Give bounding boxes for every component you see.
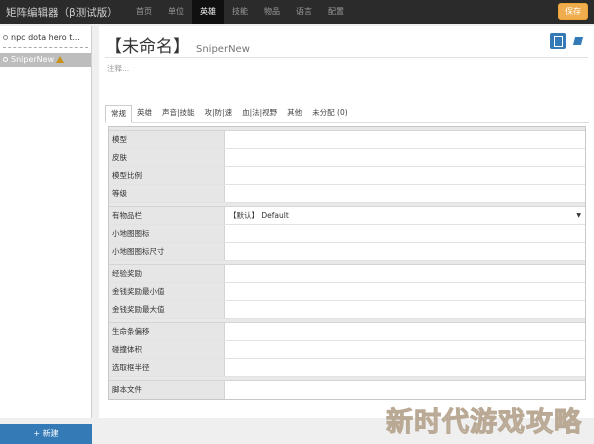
divider [105,57,588,58]
nav-item-config[interactable]: 配置 [320,0,352,24]
property-select-has-inventory[interactable]: 【默认】 Default ▼ [225,207,585,224]
warning-icon [56,56,65,63]
property-label: 模型比例 [109,167,225,184]
property-row-model: 模型 [109,131,585,149]
property-row-gold-bounty-min: 金钱奖励最小值 [109,283,585,301]
property-value-gold-bounty-max[interactable] [225,301,585,318]
property-value-minimap-icon[interactable] [225,225,585,242]
property-value-model[interactable] [225,131,585,148]
book-icon[interactable] [570,33,586,49]
tree-item-npc-dota-hero[interactable]: npc dota hero t... [0,31,91,45]
property-label: 等级 [109,185,225,202]
property-label: 小地图图标尺寸 [109,243,225,260]
comment-field[interactable]: 注释... [107,63,129,74]
property-label: 脚本文件 [109,381,225,399]
new-button[interactable]: + 新建 [0,424,92,444]
property-value-selection-radius[interactable] [225,359,585,376]
property-label: 生命条偏移 [109,323,225,340]
property-label: 模型 [109,131,225,148]
property-label: 金钱奖励最小值 [109,283,225,300]
nav-item-home[interactable]: 首页 [128,0,160,24]
top-navbar: 矩阵编辑器（β测试版） 首页 单位 英雄 技能 物品 语言 配置 保存 [0,0,594,24]
circle-icon [3,57,8,62]
property-value-level[interactable] [225,185,585,202]
property-row-selection-radius: 选取框半径 [109,359,585,377]
property-row-skin: 皮肤 [109,149,585,167]
entity-key: SniperNew [196,44,250,55]
select-value: 【默认】 Default [229,211,289,220]
property-row-collision-size: 碰撞体积 [109,341,585,359]
caret-down-icon: ▼ [576,212,581,219]
tab-health-mana-vision[interactable]: 血|法|视野 [237,105,282,122]
property-row-gold-bounty-max: 金钱奖励最大值 [109,301,585,319]
editor-header: 【未命名】 SniperNew [105,32,250,58]
property-value-script-file[interactable] [225,381,585,399]
property-value-collision-size[interactable] [225,341,585,358]
property-label: 金钱奖励最大值 [109,301,225,318]
nav-item-abilities[interactable]: 技能 [224,0,256,24]
property-row-xp-bounty: 经验奖励 [109,265,585,283]
app-title: 矩阵编辑器（β测试版） [6,7,118,19]
save-button[interactable]: 保存 [558,3,588,20]
property-value-xp-bounty[interactable] [225,265,585,282]
nav-item-heroes[interactable]: 英雄 [192,0,224,24]
property-tabs: 常规 英雄 声音|技能 攻|防|速 血|法|视野 其他 未分配 (0) [105,105,589,123]
property-row-healthbar-offset: 生命条偏移 [109,323,585,341]
watermark: 新时代游戏攻略 [386,407,582,439]
document-icon[interactable] [550,33,566,49]
property-row-model-scale: 模型比例 [109,167,585,185]
property-label: 碰撞体积 [109,341,225,358]
main-nav: 首页 单位 英雄 技能 物品 语言 配置 [128,0,352,24]
tab-unassigned[interactable]: 未分配 (0) [307,105,353,122]
tree-item-label: npc dota hero t... [11,33,80,42]
tab-general[interactable]: 常规 [105,105,132,123]
nav-item-units[interactable]: 单位 [160,0,192,24]
tree-item-snipernew[interactable]: SniperNew [0,53,91,67]
property-label: 经验奖励 [109,265,225,282]
property-value-healthbar-offset[interactable] [225,323,585,340]
property-value-model-scale[interactable] [225,167,585,184]
property-row-minimap-icon: 小地图图标 [109,225,585,243]
property-value-skin[interactable] [225,149,585,166]
hero-tree-sidebar: npc dota hero t... SniperNew [0,26,92,418]
tab-other[interactable]: 其他 [282,105,307,122]
nav-item-language[interactable]: 语言 [288,0,320,24]
property-row-minimap-icon-size: 小地图图标尺寸 [109,243,585,261]
property-label: 皮肤 [109,149,225,166]
tab-hero[interactable]: 英雄 [132,105,157,122]
property-value-gold-bounty-min[interactable] [225,283,585,300]
property-row-has-inventory: 有物品栏 【默认】 Default ▼ [109,207,585,225]
tab-sound-ability[interactable]: 声音|技能 [157,105,200,122]
property-label: 选取框半径 [109,359,225,376]
entity-name: 【未命名】 [105,37,190,57]
tree-item-label: SniperNew [11,55,55,64]
property-value-minimap-icon-size[interactable] [225,243,585,260]
nav-item-items[interactable]: 物品 [256,0,288,24]
property-row-script-file: 脚本文件 [109,381,585,399]
tab-attack-defense-speed[interactable]: 攻|防|速 [200,105,238,122]
property-label: 小地图图标 [109,225,225,242]
editor-panel: 【未命名】 SniperNew 注释... 常规 英雄 声音|技能 攻|防|速 … [99,26,594,418]
property-row-level: 等级 [109,185,585,203]
property-grid: 模型 皮肤 模型比例 等级 有物品栏 【默认】 Default ▼ 小地图图标 小地… [108,126,586,400]
circle-icon [3,35,8,40]
property-label: 有物品栏 [109,207,225,224]
